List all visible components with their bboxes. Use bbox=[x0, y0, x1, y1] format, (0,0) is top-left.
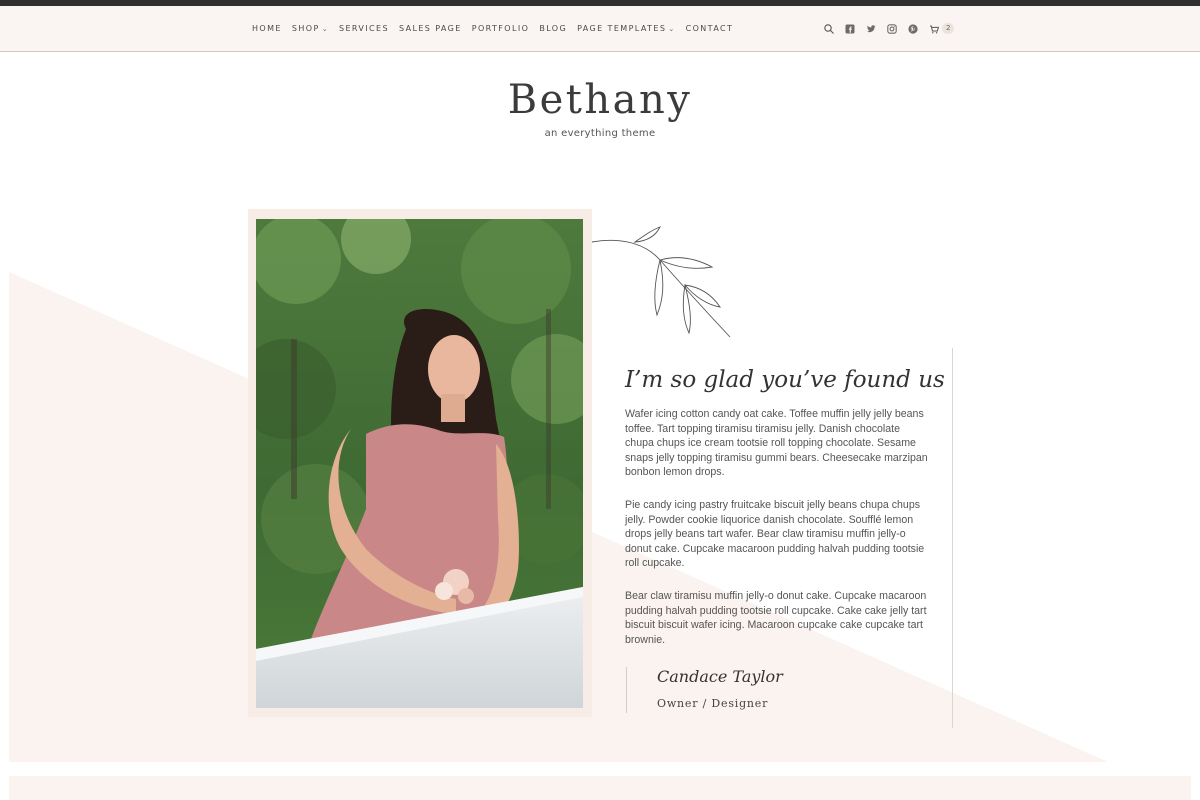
cart-icon bbox=[927, 22, 940, 35]
nav-item-portfolio[interactable]: PORTFOLIO bbox=[472, 24, 530, 33]
twitter-icon[interactable] bbox=[864, 22, 877, 35]
nav-label: CONTACT bbox=[685, 24, 734, 33]
site-branding: Bethany an everything theme bbox=[0, 74, 1200, 139]
content-divider bbox=[952, 348, 953, 728]
nav-label: SALES PAGE bbox=[398, 24, 462, 33]
header-icons: 2 bbox=[822, 6, 955, 51]
signature-name: Candace Taylor bbox=[657, 667, 783, 686]
nav-item-contact[interactable]: CONTACT bbox=[686, 24, 734, 33]
nav-item-page-templates[interactable]: PAGE TEMPLATES ⌄ bbox=[577, 24, 676, 33]
cart-count-badge: 2 bbox=[942, 23, 955, 34]
nav-item-shop[interactable]: SHOP ⌄ bbox=[292, 24, 329, 33]
cart-button[interactable]: 2 bbox=[927, 22, 955, 35]
about-paragraph: Pie candy icing pastry fruitcake biscuit… bbox=[625, 499, 925, 570]
leaf-branch-illustration bbox=[591, 226, 731, 338]
chevron-down-icon: ⌄ bbox=[321, 24, 329, 33]
site-tagline: an everything theme bbox=[544, 128, 656, 139]
about-headline: I’m so glad you’ve found us bbox=[625, 367, 945, 393]
facebook-icon[interactable] bbox=[843, 22, 856, 35]
signature-role: Owner / Designer bbox=[657, 697, 769, 710]
nav-label: PORTFOLIO bbox=[471, 24, 530, 33]
search-icon[interactable] bbox=[822, 22, 835, 35]
nav-item-blog[interactable]: BLOG bbox=[539, 24, 567, 33]
nav-label: SHOP bbox=[291, 24, 320, 33]
nav-item-services[interactable]: SERVICES bbox=[339, 24, 389, 33]
nav-item-home[interactable]: HOME bbox=[252, 24, 282, 33]
nav-label: SERVICES bbox=[338, 24, 389, 33]
signature-divider bbox=[626, 667, 627, 713]
about-paragraph: Wafer icing cotton candy oat cake. Toffe… bbox=[625, 408, 928, 479]
site-header: HOME SHOP ⌄ SERVICES SALES PAGE PORTFOLIO… bbox=[0, 6, 1200, 52]
bottom-band bbox=[9, 776, 1191, 800]
portrait-photo bbox=[256, 219, 583, 708]
about-paragraph: Bear claw tiramisu muffin jelly-o donut … bbox=[625, 590, 927, 646]
nav-label: HOME bbox=[252, 24, 282, 33]
pinterest-icon[interactable] bbox=[906, 22, 919, 35]
main-nav: HOME SHOP ⌄ SERVICES SALES PAGE PORTFOLIO… bbox=[252, 6, 733, 51]
nav-label: BLOG bbox=[539, 24, 568, 33]
nav-label: PAGE TEMPLATES bbox=[577, 24, 667, 33]
chevron-down-icon: ⌄ bbox=[668, 24, 676, 33]
site-title[interactable]: Bethany bbox=[0, 74, 1200, 126]
nav-item-sales-page[interactable]: SALES PAGE bbox=[399, 24, 462, 33]
instagram-icon[interactable] bbox=[885, 22, 898, 35]
